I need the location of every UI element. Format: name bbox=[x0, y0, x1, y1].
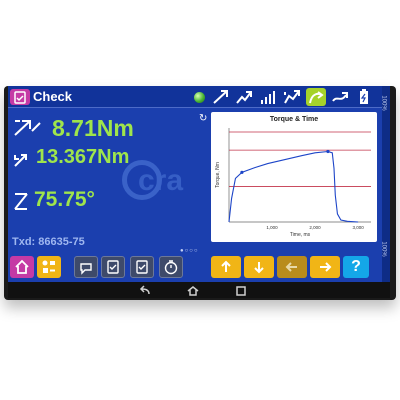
home-nav-icon[interactable] bbox=[186, 284, 200, 296]
angle-value: 75.75° bbox=[34, 188, 95, 211]
side-label-bottom: 100% bbox=[380, 241, 387, 257]
checklist-icon[interactable] bbox=[130, 256, 154, 278]
page-title: Check bbox=[33, 89, 73, 104]
x-tick-label: 1,000 bbox=[266, 225, 278, 230]
side-strip: 100% 100% bbox=[380, 86, 390, 282]
peak-torque-icon bbox=[12, 116, 46, 143]
recent-apps-icon[interactable] bbox=[234, 284, 248, 296]
page-indicator: ●○○○ bbox=[180, 248, 199, 254]
status-indicator bbox=[194, 92, 205, 103]
x-axis-label: Time, ms bbox=[290, 232, 311, 238]
side-label: 100% bbox=[380, 95, 387, 111]
app-header: Check bbox=[8, 86, 390, 108]
x-tick-label: 3,000 bbox=[352, 225, 364, 230]
battery-icon bbox=[354, 88, 368, 106]
tool-mode-5-icon[interactable] bbox=[330, 88, 350, 106]
tool-mode-1-icon[interactable] bbox=[211, 88, 231, 106]
arrow-right-icon[interactable] bbox=[310, 256, 340, 278]
clipboard-check-icon[interactable] bbox=[10, 89, 30, 105]
system-nav-bar bbox=[8, 282, 390, 298]
y-axis-label: Torque, Nm bbox=[215, 162, 221, 188]
timer-icon[interactable] bbox=[159, 256, 183, 278]
checklist-icon[interactable] bbox=[101, 256, 125, 278]
help-button[interactable]: ? bbox=[343, 256, 369, 278]
home-icon[interactable] bbox=[10, 256, 34, 278]
arrow-up-icon[interactable] bbox=[211, 256, 241, 278]
peak-torque-value: 8.71Nm bbox=[52, 115, 134, 141]
x-tick-label: 2,000 bbox=[309, 225, 321, 230]
signal-bars-icon[interactable] bbox=[258, 88, 278, 106]
tool-mode-4-icon[interactable] bbox=[306, 88, 326, 106]
tool-mode-3-icon[interactable] bbox=[282, 88, 302, 106]
chart-canvas: 1,000 2,000 3,000 Time, ms Torque, Nm bbox=[215, 128, 371, 238]
refresh-icon[interactable]: ↻ bbox=[199, 113, 207, 124]
torque-time-chart: Torque & Time 1,000 2,000 3,000 Time, ms Tor… bbox=[211, 112, 377, 242]
data-point bbox=[240, 170, 244, 174]
arrow-left-icon[interactable] bbox=[277, 256, 307, 278]
app-screen: Check 100% 100% cra 8.71Nm 13.367Nm 75.7… bbox=[8, 86, 390, 282]
transducer-id: Txd: 86635-75 bbox=[12, 236, 85, 248]
data-point bbox=[326, 149, 330, 154]
multi-function-icon[interactable] bbox=[37, 256, 61, 278]
torque-value: 13.367Nm bbox=[36, 146, 130, 168]
bottom-toolbar: ? bbox=[8, 256, 390, 282]
speech-bubble-icon[interactable] bbox=[74, 256, 98, 278]
arrow-down-icon[interactable] bbox=[244, 256, 274, 278]
watermark-text: cra bbox=[138, 164, 184, 197]
tool-mode-2-icon[interactable] bbox=[234, 88, 254, 106]
back-icon[interactable] bbox=[138, 284, 152, 296]
